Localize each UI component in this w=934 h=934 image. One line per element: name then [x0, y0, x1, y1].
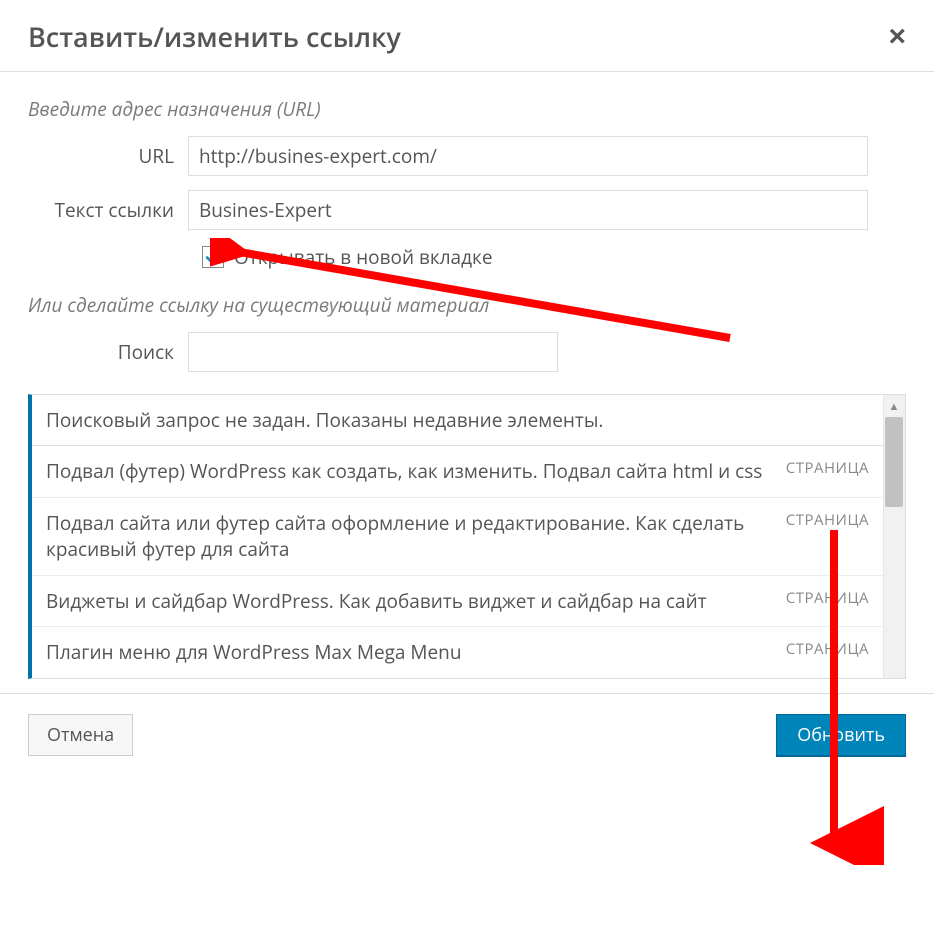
search-row: Поиск — [28, 332, 906, 372]
cancel-button[interactable]: Отмена — [28, 714, 133, 756]
result-item[interactable]: Подвал (футер) WordPress как создать, ка… — [32, 446, 883, 498]
close-icon[interactable]: × — [888, 22, 906, 52]
result-title: Подвал (футер) WordPress как создать, ка… — [46, 458, 786, 485]
scrollbar-up-icon[interactable]: ▲ — [883, 395, 905, 417]
result-item[interactable]: Плагин меню для WordPress Max Mega Menu … — [32, 627, 883, 678]
result-type: СТРАНИЦА — [786, 510, 869, 530]
link-text-label: Текст ссылки — [28, 197, 188, 223]
url-input[interactable] — [188, 136, 868, 176]
result-title: Плагин меню для WordPress Max Mega Menu — [46, 639, 786, 666]
scrollbar-thumb[interactable] — [885, 417, 903, 507]
dialog-body: Введите адрес назначения (URL) URL Текст… — [0, 72, 934, 693]
url-label: URL — [28, 143, 188, 169]
results-panel: ▲ Поисковый запрос не задан. Показаны не… — [28, 394, 906, 679]
results-header: Поисковый запрос не задан. Показаны неда… — [32, 395, 883, 446]
result-type: СТРАНИЦА — [786, 588, 869, 608]
new-tab-checkbox[interactable] — [202, 246, 224, 268]
url-section-label: Введите адрес назначения (URL) — [28, 96, 906, 122]
link-text-input[interactable] — [188, 190, 868, 230]
result-title: Подвал сайта или футер сайта оформление … — [46, 510, 786, 563]
dialog-footer: Отмена Обновить — [0, 693, 934, 778]
submit-button[interactable]: Обновить — [776, 714, 906, 756]
new-tab-label: Открывать в новой вкладке — [234, 244, 493, 270]
new-tab-row: Открывать в новой вкладке — [202, 244, 906, 270]
link-text-row: Текст ссылки — [28, 190, 906, 230]
result-type: СТРАНИЦА — [786, 639, 869, 659]
link-dialog: Вставить/изменить ссылку × Введите адрес… — [0, 0, 934, 778]
url-row: URL — [28, 136, 906, 176]
result-item[interactable]: Подвал сайта или футер сайта оформление … — [32, 498, 883, 576]
search-input[interactable] — [188, 332, 558, 372]
result-type: СТРАНИЦА — [786, 458, 869, 478]
result-title: Виджеты и сайдбар WordPress. Как добавит… — [46, 588, 786, 615]
result-item[interactable]: Виджеты и сайдбар WordPress. Как добавит… — [32, 576, 883, 628]
existing-section-label: Или сделайте ссылку на существующий мате… — [28, 292, 906, 318]
dialog-header: Вставить/изменить ссылку × — [0, 0, 934, 72]
dialog-title: Вставить/изменить ссылку — [28, 18, 401, 55]
search-label: Поиск — [28, 339, 188, 365]
scrollbar-track[interactable]: ▲ — [883, 395, 905, 678]
